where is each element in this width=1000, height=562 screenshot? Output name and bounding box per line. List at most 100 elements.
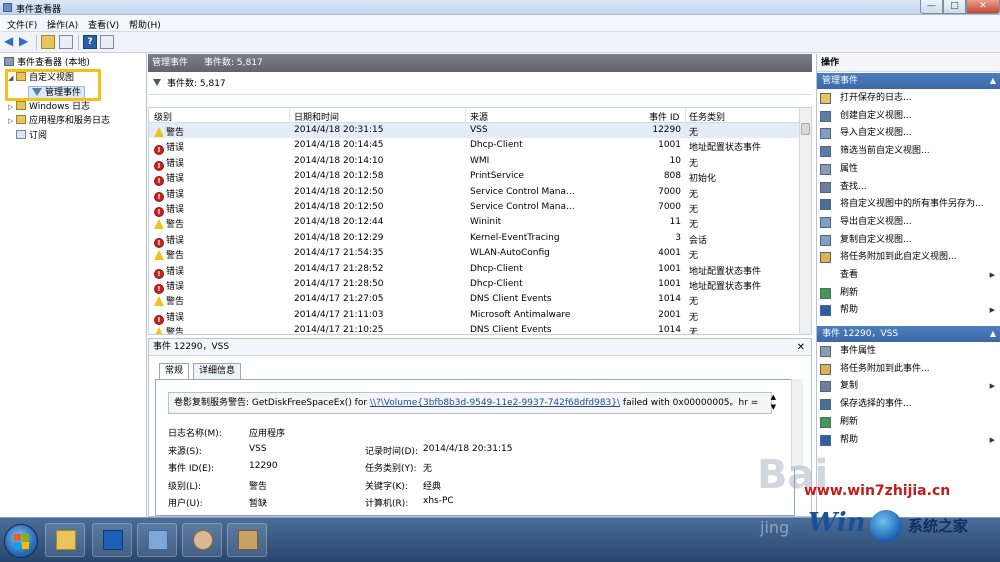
event-row[interactable]: 警告 2014/4/17 21:10:25 DNS Client Events 101… bbox=[149, 323, 799, 335]
up-folder-icon[interactable] bbox=[41, 35, 55, 49]
menu-view[interactable]: 查看(V) bbox=[88, 18, 119, 31]
event-row[interactable]: ! 错误 2014/4/18 20:12:58 PrintService 808 初始化 bbox=[149, 169, 799, 187]
column-divider[interactable] bbox=[465, 108, 466, 123]
close-icon[interactable]: ✕ bbox=[797, 339, 805, 356]
action-item[interactable]: 导出自定义视图... bbox=[817, 214, 1000, 231]
taskbar-paint-button[interactable] bbox=[182, 523, 222, 557]
action-label: 导入自定义视图... bbox=[840, 128, 912, 139]
action-item[interactable]: 创建自定义视图... bbox=[817, 108, 1000, 125]
list-scrollbar[interactable] bbox=[799, 108, 811, 334]
action-item[interactable]: 刷新 bbox=[817, 285, 1000, 302]
event-id: 3 bbox=[675, 232, 681, 243]
event-row[interactable]: 警告 2014/4/17 21:54:35 WLAN-AutoConfig 4001 无 bbox=[149, 246, 799, 261]
action-item[interactable]: 帮助 ▶ bbox=[817, 432, 1000, 449]
event-row[interactable]: ! 错误 2014/4/17 21:28:52 Dhcp-Client 1001 地址配置… bbox=[149, 262, 799, 279]
event-datetime: 2014/4/17 21:28:50 bbox=[294, 279, 384, 289]
action-item[interactable]: 将任务附加到此事件... bbox=[817, 361, 1000, 378]
expand-arrow-icon[interactable]: ▷ bbox=[8, 115, 16, 128]
event-id: 12290 bbox=[652, 125, 681, 135]
event-row[interactable]: ! 错误 2014/4/18 20:12:50 Service Control Man… bbox=[149, 185, 799, 202]
event-row[interactable]: ! 错误 2014/4/18 20:14:10 WMI 10 无 bbox=[149, 154, 799, 171]
action-label: 将自定义视图中的所有事件另存为... bbox=[840, 199, 984, 210]
level-text: 错误 bbox=[166, 205, 185, 215]
start-button[interactable] bbox=[4, 524, 38, 558]
description-spinner-icon[interactable]: ▲ ▼ bbox=[771, 392, 776, 412]
menu-file[interactable]: 文件(F) bbox=[7, 18, 37, 31]
collapse-arrow-icon[interactable]: ▲ bbox=[990, 326, 996, 342]
tree-item-windows-logs[interactable]: ▷ Windows 日志 bbox=[8, 101, 90, 114]
event-row[interactable]: 警告 2014/4/18 20:12:44 Wininit 11 无 bbox=[149, 215, 799, 230]
action-pane-icon[interactable] bbox=[100, 35, 114, 49]
level-text: 错误 bbox=[166, 143, 185, 154]
column-level[interactable]: 级别 bbox=[154, 110, 172, 123]
tab-details[interactable]: 详细信息 bbox=[193, 363, 242, 379]
description-text: 卷影复制服务警告: GetDiskFreeSpaceEx() for bbox=[174, 398, 370, 408]
action-label: 查看 bbox=[840, 270, 859, 280]
taskbar-event-viewer-button[interactable] bbox=[227, 523, 267, 557]
close-button[interactable]: ✕ bbox=[966, 0, 1000, 14]
action-item[interactable]: 复制 ▶ bbox=[817, 378, 1000, 395]
action-item[interactable]: 筛选当前自定义视图... bbox=[817, 143, 1000, 160]
action-icon bbox=[820, 146, 831, 158]
action-item[interactable]: 将自定义视图中的所有事件另存为... bbox=[817, 196, 1000, 213]
taskbar-explorer-button[interactable] bbox=[45, 523, 85, 557]
menu-help[interactable]: 帮助(H) bbox=[129, 18, 161, 31]
event-row[interactable]: ! 错误 2014/4/18 20:12:50 Service Control Man… bbox=[149, 200, 799, 217]
maximize-button[interactable]: □ bbox=[943, 0, 966, 14]
action-item[interactable]: 复制自定义视图... bbox=[817, 232, 1000, 249]
level-text: 错误 bbox=[166, 235, 185, 246]
expand-arrow-icon[interactable]: ▷ bbox=[8, 101, 16, 114]
taskbar-app-button[interactable] bbox=[92, 523, 132, 557]
column-source[interactable]: 来源 bbox=[470, 110, 488, 123]
action-label: 复制 bbox=[840, 381, 859, 392]
toolbar: ◀ ▶ ? bbox=[0, 32, 1000, 53]
action-item[interactable]: 事件属性 bbox=[817, 343, 1000, 360]
action-item[interactable]: 导入自定义视图... bbox=[817, 125, 1000, 142]
volume-link[interactable]: \\?\Volume{3bfb8b3d-9549-11e2-9937-742f6… bbox=[370, 398, 620, 408]
actions-section-admin-events[interactable]: 管理事件 ▲ bbox=[817, 73, 1000, 89]
scroll-thumb[interactable] bbox=[801, 123, 810, 135]
event-row[interactable]: ! 错误 2014/4/17 21:11:03 Microsoft Antimalwa… bbox=[149, 308, 799, 325]
tree-item-app-service-logs[interactable]: ▷ 应用程序和服务日志 bbox=[8, 115, 110, 128]
column-datetime[interactable]: 日期和时间 bbox=[294, 110, 339, 123]
column-event-id[interactable]: 事件 ID bbox=[649, 110, 679, 123]
tab-general[interactable]: 常规 bbox=[159, 363, 190, 380]
action-item[interactable]: 帮助 ▶ bbox=[817, 302, 1000, 319]
event-row[interactable]: 警告 2014/4/18 20:31:15 VSS 12290 无 bbox=[149, 123, 799, 139]
event-row[interactable]: ! 错误 2014/4/17 21:28:50 Dhcp-Client 1001 地址配置… bbox=[149, 277, 799, 294]
action-item[interactable]: 查找... bbox=[817, 179, 1000, 196]
action-item[interactable]: 保存选择的事件... bbox=[817, 396, 1000, 413]
help-icon[interactable]: ? bbox=[83, 35, 97, 49]
event-id: 1014 bbox=[658, 325, 681, 335]
column-divider[interactable] bbox=[289, 108, 290, 123]
action-item[interactable]: 将任务附加到此自定义视图... bbox=[817, 249, 1000, 266]
back-arrow-icon[interactable]: ◀ bbox=[4, 35, 18, 49]
level-text: 警告 bbox=[166, 251, 185, 262]
watermark-logo-text: Win bbox=[808, 508, 866, 538]
event-description[interactable]: 卷影复制服务警告: GetDiskFreeSpaceEx() for \\?\V… bbox=[168, 392, 772, 414]
show-tree-icon[interactable] bbox=[59, 35, 73, 49]
level-text: 警告 bbox=[166, 220, 185, 231]
column-category[interactable]: 任务类别 bbox=[689, 110, 725, 123]
action-item[interactable]: 查看 ▶ bbox=[817, 267, 1000, 284]
event-datetime: 2014/4/18 20:12:50 bbox=[294, 186, 384, 197]
event-row[interactable]: ! 错误 2014/4/18 20:12:29 Kernel-EventTracing… bbox=[149, 231, 799, 248]
forward-arrow-icon[interactable]: ▶ bbox=[19, 35, 33, 49]
events-list[interactable]: 级别 日期和时间 来源 事件 ID 任务类别 警告 2014/4/18 20:31… bbox=[148, 107, 812, 335]
user-label: 用户(U): bbox=[168, 499, 203, 509]
minimize-button[interactable]: — bbox=[920, 0, 943, 14]
event-row[interactable]: ! 错误 2014/4/18 20:14:45 Dhcp-Client 1001 地址配置… bbox=[149, 138, 799, 156]
event-source: DNS Client Events bbox=[470, 294, 552, 305]
site-watermark: www.win7zhijia.cn Win 系统之家 bbox=[800, 483, 1000, 562]
event-source: Service Control Mana... bbox=[470, 202, 575, 212]
actions-section-event[interactable]: 事件 12290，VSS ▲ bbox=[817, 326, 1000, 342]
event-row[interactable]: 警告 2014/4/17 21:27:05 DNS Client Events 101… bbox=[149, 292, 799, 307]
column-divider[interactable] bbox=[685, 108, 686, 123]
action-item[interactable]: 打开保存的日志... bbox=[817, 90, 1000, 107]
menu-action[interactable]: 操作(A) bbox=[47, 18, 78, 31]
taskbar-network-button[interactable] bbox=[137, 523, 177, 557]
action-item[interactable]: 刷新 bbox=[817, 414, 1000, 431]
action-item[interactable]: 属性 bbox=[817, 161, 1000, 178]
collapse-arrow-icon[interactable]: ▲ bbox=[990, 73, 996, 89]
tree-item-subscriptions[interactable]: 订阅 bbox=[16, 130, 47, 143]
